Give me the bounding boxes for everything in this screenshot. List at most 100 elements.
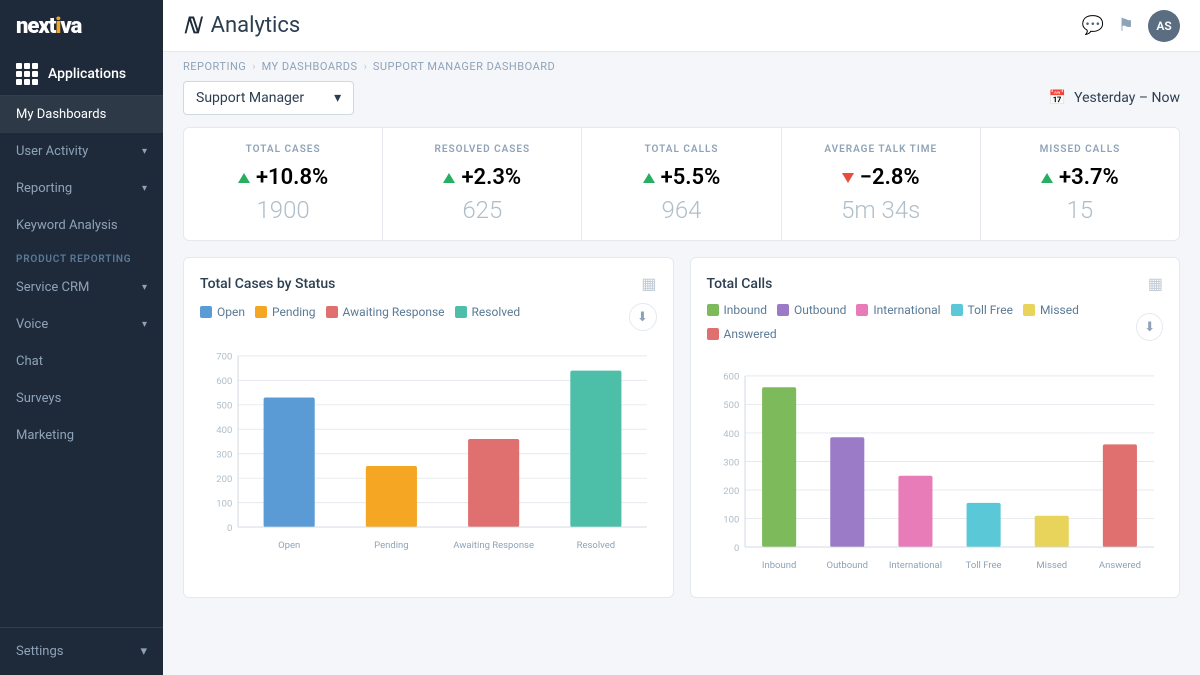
svg-text:100: 100 xyxy=(216,498,232,509)
kpi-change-value: +2.3% xyxy=(461,165,521,190)
chart-total-calls: Total Calls ▦ InboundOutboundInternation… xyxy=(690,257,1181,598)
chart-total-cases: Total Cases by Status ▦ OpenPendingAwait… xyxy=(183,257,674,598)
trend-up-icon xyxy=(238,173,250,183)
legend-label: Toll Free xyxy=(968,303,1013,317)
svg-text:Missed: Missed xyxy=(1036,560,1067,571)
svg-text:Toll Free: Toll Free xyxy=(965,560,1001,571)
kpi-change: +10.8% xyxy=(204,165,362,190)
sidebar-item-my-dashboards[interactable]: My Dashboards xyxy=(0,96,163,133)
chevron-icon: ▾ xyxy=(142,319,147,330)
sidebar-item-service-crm[interactable]: Service CRM ▾ xyxy=(0,269,163,306)
kpi-change-value: +3.7% xyxy=(1059,165,1119,190)
sidebar-item-keyword-analysis[interactable]: Keyword Analysis xyxy=(0,207,163,244)
legend-label: International xyxy=(873,303,940,317)
kpi-value: 625 xyxy=(403,196,561,224)
legend-label: Inbound xyxy=(724,303,767,317)
legend-color xyxy=(455,306,467,318)
svg-text:200: 200 xyxy=(216,474,232,485)
calls-bar-chart: 0100200300400500600InboundOutboundIntern… xyxy=(707,361,1164,581)
svg-text:0: 0 xyxy=(227,523,232,534)
trend-up-icon xyxy=(643,173,655,183)
kpi-value: 1900 xyxy=(204,196,362,224)
legend-item: Inbound xyxy=(707,303,767,317)
topbar-right: 💬 ⚑ AS xyxy=(1081,10,1180,42)
chevron-icon: ▾ xyxy=(142,183,147,194)
flag-icon[interactable]: ⚑ xyxy=(1118,15,1134,36)
kpi-card-total-cases: TOTAL CASES +10.8% 1900 xyxy=(183,127,383,241)
legend-label: Resolved xyxy=(472,305,521,319)
svg-text:600: 600 xyxy=(216,376,232,387)
legend-color xyxy=(326,306,338,318)
svg-text:500: 500 xyxy=(723,400,739,411)
date-range-selector[interactable]: 📅 Yesterday – Now xyxy=(1049,90,1180,106)
breadcrumb-reporting[interactable]: REPORTING xyxy=(183,60,246,73)
topbar: ℕ Analytics 💬 ⚑ AS xyxy=(163,0,1200,52)
kpi-change: −2.8% xyxy=(802,165,960,190)
kpi-card-resolved-cases: RESOLVED CASES +2.3% 625 xyxy=(383,127,582,241)
kpi-value: 964 xyxy=(602,196,760,224)
kpi-change: +3.7% xyxy=(1001,165,1159,190)
svg-text:Inbound: Inbound xyxy=(761,560,795,571)
breadcrumb: REPORTING › MY DASHBOARDS › SUPPORT MANA… xyxy=(163,52,1200,77)
legend-item: Toll Free xyxy=(951,303,1013,317)
kpi-label: TOTAL CALLS xyxy=(602,144,760,155)
legend-color xyxy=(951,304,963,316)
product-reporting-label: PRODUCT REPORTING xyxy=(0,244,163,269)
svg-text:Pending: Pending xyxy=(374,540,408,551)
sidebar-item-voice[interactable]: Voice ▾ xyxy=(0,306,163,343)
legend-color xyxy=(707,328,719,340)
svg-text:300: 300 xyxy=(723,457,739,468)
kpi-label: TOTAL CASES xyxy=(204,144,362,155)
chevron-icon: ▾ xyxy=(140,644,147,659)
dashboard-selector[interactable]: Support Manager ▾ xyxy=(183,81,354,115)
svg-text:100: 100 xyxy=(723,514,739,525)
kpi-row: TOTAL CASES +10.8% 1900 RESOLVED CASES +… xyxy=(163,127,1200,257)
legend-item: Pending xyxy=(255,305,316,319)
legend-color xyxy=(707,304,719,316)
analytics-icon: ℕ xyxy=(183,13,201,39)
kpi-value: 5m 34s xyxy=(802,196,960,224)
legend-item: Answered xyxy=(707,327,777,341)
content-area: REPORTING › MY DASHBOARDS › SUPPORT MANA… xyxy=(163,52,1200,675)
kpi-change-value: +10.8% xyxy=(256,165,328,190)
bar-chart-icon: ▦ xyxy=(641,274,656,293)
sidebar-item-user-activity[interactable]: User Activity ▾ xyxy=(0,133,163,170)
kpi-change-value: −2.8% xyxy=(860,165,920,190)
sidebar: nextiva Applications My Dashboards User … xyxy=(0,0,163,675)
legend-item: International xyxy=(856,303,940,317)
sidebar-footer: Settings ▾ xyxy=(0,627,163,675)
svg-text:400: 400 xyxy=(723,429,739,440)
sidebar-nav: My Dashboards User Activity ▾ Reporting … xyxy=(0,96,163,627)
svg-text:300: 300 xyxy=(216,450,232,461)
apps-button[interactable]: Applications xyxy=(0,53,163,96)
svg-text:700: 700 xyxy=(216,352,232,363)
settings-button[interactable]: Settings ▾ xyxy=(16,640,147,663)
avatar[interactable]: AS xyxy=(1148,10,1180,42)
dropdown-arrow-icon: ▾ xyxy=(334,90,341,106)
kpi-change-value: +5.5% xyxy=(661,165,721,190)
download-button[interactable]: ⬇ xyxy=(1136,313,1163,341)
chevron-icon: ▾ xyxy=(142,146,147,157)
chart-title: Total Calls xyxy=(707,276,773,292)
sidebar-item-reporting[interactable]: Reporting ▾ xyxy=(0,170,163,207)
sidebar-item-surveys[interactable]: Surveys xyxy=(0,380,163,417)
download-button[interactable]: ⬇ xyxy=(629,303,657,331)
breadcrumb-support-manager[interactable]: SUPPORT MANAGER DASHBOARD xyxy=(373,60,555,73)
content-header: Support Manager ▾ 📅 Yesterday – Now xyxy=(163,77,1200,127)
kpi-label: RESOLVED CASES xyxy=(403,144,561,155)
breadcrumb-my-dashboards[interactable]: MY DASHBOARDS xyxy=(262,60,358,73)
charts-row: Total Cases by Status ▦ OpenPendingAwait… xyxy=(163,257,1200,614)
legend-label: Awaiting Response xyxy=(343,305,445,319)
chat-icon[interactable]: 💬 xyxy=(1081,15,1103,36)
kpi-value: 15 xyxy=(1001,196,1159,224)
legend-label: Missed xyxy=(1040,303,1079,317)
legend-color xyxy=(777,304,789,316)
sidebar-item-marketing[interactable]: Marketing xyxy=(0,417,163,454)
legend-label: Answered xyxy=(724,327,777,341)
svg-text:500: 500 xyxy=(216,401,232,412)
sidebar-item-chat[interactable]: Chat xyxy=(0,343,163,380)
apps-label: Applications xyxy=(48,66,126,82)
cases-bar-chart: 0100200300400500600700OpenPendingAwaitin… xyxy=(200,341,657,561)
page-title: Analytics xyxy=(211,13,301,38)
main-content: ℕ Analytics 💬 ⚑ AS REPORTING › MY DASHBO… xyxy=(163,0,1200,675)
